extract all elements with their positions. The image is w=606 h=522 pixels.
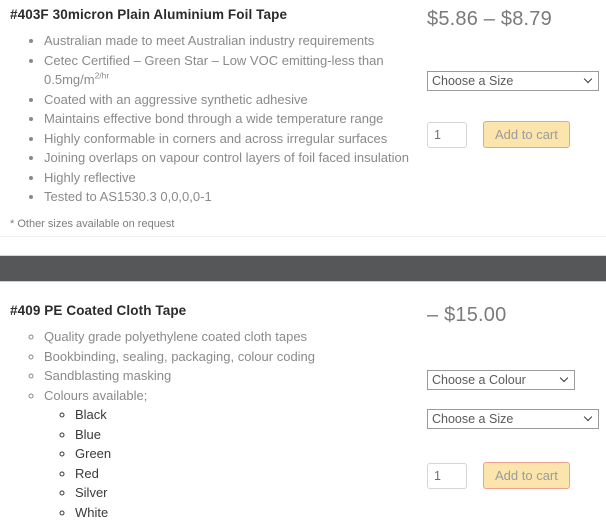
- list-item: Highly reflective: [44, 168, 420, 188]
- list-item: Coated with an aggressive synthetic adhe…: [44, 90, 420, 110]
- colour-name: Blue: [75, 427, 101, 442]
- feature-text: Coated with an aggressive synthetic adhe…: [44, 92, 308, 107]
- feature-text: Colours available;: [44, 388, 147, 403]
- feature-text: Sandblasting masking: [44, 368, 171, 383]
- list-item: Maintains effective bond through a wide …: [44, 109, 420, 129]
- list-item: Blue: [75, 425, 420, 445]
- product-price-1: $5.86 – $8.79: [427, 7, 606, 31]
- product-title-2: #409 PE Coated Cloth Tape: [10, 303, 420, 318]
- product-title-1: #403F 30micron Plain Aluminium Foil Tape: [10, 7, 420, 22]
- add-to-cart-button-2[interactable]: Add to cart: [483, 462, 570, 489]
- cart-row-1: Add to cart: [427, 121, 606, 148]
- product-purchase-column-1: $5.86 – $8.79 Choose a Size Add to cart: [427, 7, 606, 148]
- product-block-1: #403F 30micron Plain Aluminium Foil Tape…: [0, 0, 606, 232]
- product-footnote-1: * Other sizes available on request: [10, 218, 420, 230]
- separator-gap: [0, 237, 606, 255]
- feature-text: Highly conformable in corners and across…: [44, 131, 387, 146]
- list-item: White: [75, 503, 420, 522]
- colour-name: White: [75, 505, 108, 520]
- product-price-2: – $15.00: [427, 303, 606, 327]
- feature-text: Australian made to meet Australian indus…: [44, 33, 374, 48]
- colour-select-wrapper-2[interactable]: Choose a Colour: [427, 370, 575, 390]
- feature-text: Highly reflective: [44, 170, 136, 185]
- list-item: Black: [75, 405, 420, 425]
- list-item: Sandblasting masking: [44, 366, 420, 386]
- product-purchase-column-2: – $15.00 Choose a Colour Choose a Size A…: [427, 303, 606, 489]
- colour-option-list: Black Blue Green Red Silver White: [44, 405, 420, 522]
- list-item: Joining overlaps on vapour control layer…: [44, 148, 420, 168]
- list-item: Red: [75, 464, 420, 484]
- colour-name: Green: [75, 446, 111, 461]
- feature-text: Maintains effective bond through a wide …: [44, 111, 383, 126]
- feature-list-1: Australian made to meet Australian indus…: [10, 31, 420, 207]
- colour-name: Black: [75, 407, 107, 422]
- quantity-input-2[interactable]: [427, 463, 467, 489]
- list-item: Australian made to meet Australian indus…: [44, 31, 420, 51]
- add-to-cart-button-1[interactable]: Add to cart: [483, 121, 570, 148]
- size-select-wrapper-1[interactable]: Choose a Size: [427, 71, 599, 91]
- feature-text: Bookbinding, sealing, packaging, colour …: [44, 349, 315, 364]
- feature-superscript: 2/hr: [95, 71, 110, 81]
- cart-row-2: Add to cart: [427, 462, 606, 489]
- feature-text: Quality grade polyethylene coated cloth …: [44, 329, 307, 344]
- feature-text: Joining overlaps on vapour control layer…: [44, 150, 409, 165]
- list-item: Cetec Certified – Green Star – Low VOC e…: [44, 51, 420, 90]
- list-item: Colours available; Black Blue Green Red …: [44, 386, 420, 522]
- list-item: Green: [75, 444, 420, 464]
- product-description-column-1: #403F 30micron Plain Aluminium Foil Tape…: [0, 7, 420, 230]
- size-select-1[interactable]: Choose a Size: [427, 71, 599, 91]
- colour-name: Silver: [75, 485, 108, 500]
- list-item: Bookbinding, sealing, packaging, colour …: [44, 347, 420, 367]
- product-description-column-2: #409 PE Coated Cloth Tape Quality grade …: [0, 303, 420, 522]
- colour-name: Red: [75, 466, 99, 481]
- feature-list-2: Quality grade polyethylene coated cloth …: [10, 327, 420, 522]
- list-item: Tested to AS1530.3 0,0,0,0-1: [44, 187, 420, 207]
- size-select-2[interactable]: Choose a Size: [427, 409, 599, 429]
- feature-text: Tested to AS1530.3 0,0,0,0-1: [44, 189, 212, 204]
- quantity-input-1[interactable]: [427, 122, 467, 148]
- section-dark-divider-bar: [0, 255, 606, 282]
- colour-select-2[interactable]: Choose a Colour: [427, 370, 575, 390]
- product-listing-page: #403F 30micron Plain Aluminium Foil Tape…: [0, 0, 606, 500]
- list-item: Quality grade polyethylene coated cloth …: [44, 327, 420, 347]
- list-item: Highly conformable in corners and across…: [44, 129, 420, 149]
- product-block-2: #409 PE Coated Cloth Tape Quality grade …: [0, 282, 606, 522]
- size-select-wrapper-2[interactable]: Choose a Size: [427, 409, 599, 429]
